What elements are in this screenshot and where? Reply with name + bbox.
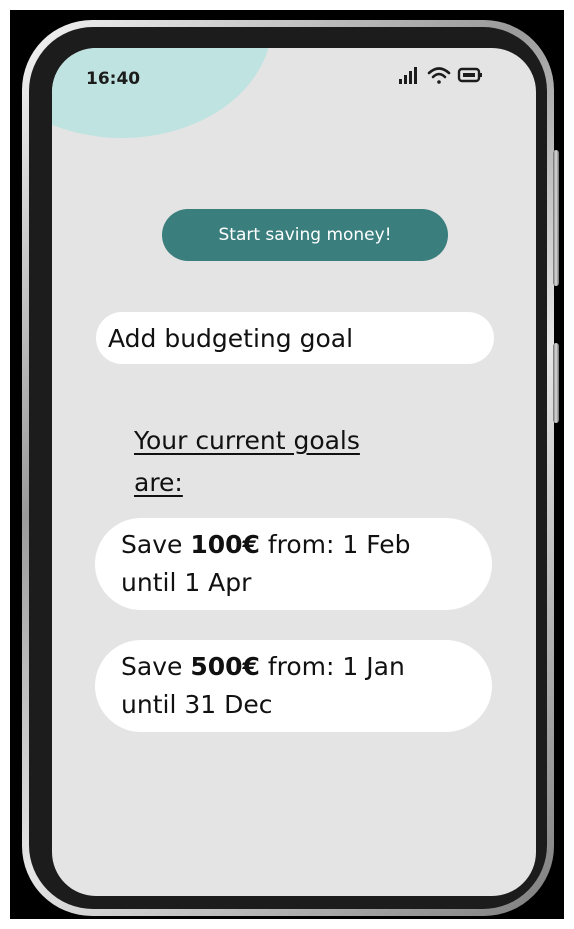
goal-from: from: 1 Jan	[259, 652, 405, 681]
goal-amount: 100€	[190, 530, 260, 559]
goal-prefix: Save	[121, 530, 191, 559]
start-saving-button[interactable]: Start saving money!	[162, 209, 448, 261]
current-goals-heading-line2: are:	[134, 468, 183, 497]
side-button-lower	[553, 343, 559, 423]
goal-until: until 1 Apr	[121, 568, 252, 597]
goal-until: until 31 Dec	[121, 690, 273, 719]
add-budgeting-goal-button[interactable]: Add budgeting goal	[96, 312, 494, 364]
status-time: 16:40	[86, 69, 141, 89]
decorative-circle	[52, 48, 272, 138]
signal-icon	[399, 67, 417, 84]
goal-line-1: Save 500€ from: 1 Jan	[121, 648, 466, 686]
goal-amount: 500€	[190, 652, 260, 681]
phone-screen: 16:40 Start saving money! Add budgeting …	[52, 48, 536, 896]
status-icons	[399, 67, 482, 84]
current-goals-heading: Your current goals are:	[134, 420, 434, 504]
goal-line-1: Save 100€ from: 1 Feb	[121, 526, 466, 564]
battery-icon	[457, 67, 482, 83]
goal-card-2[interactable]: Save 500€ from: 1 Jan until 31 Dec	[95, 640, 492, 732]
wifi-icon	[427, 67, 451, 84]
side-button-upper	[553, 150, 559, 286]
goal-card-1[interactable]: Save 100€ from: 1 Feb until 1 Apr	[95, 518, 492, 610]
goal-prefix: Save	[121, 652, 191, 681]
current-goals-heading-line1: Your current goals	[134, 426, 360, 455]
goal-from: from: 1 Feb	[259, 530, 411, 559]
